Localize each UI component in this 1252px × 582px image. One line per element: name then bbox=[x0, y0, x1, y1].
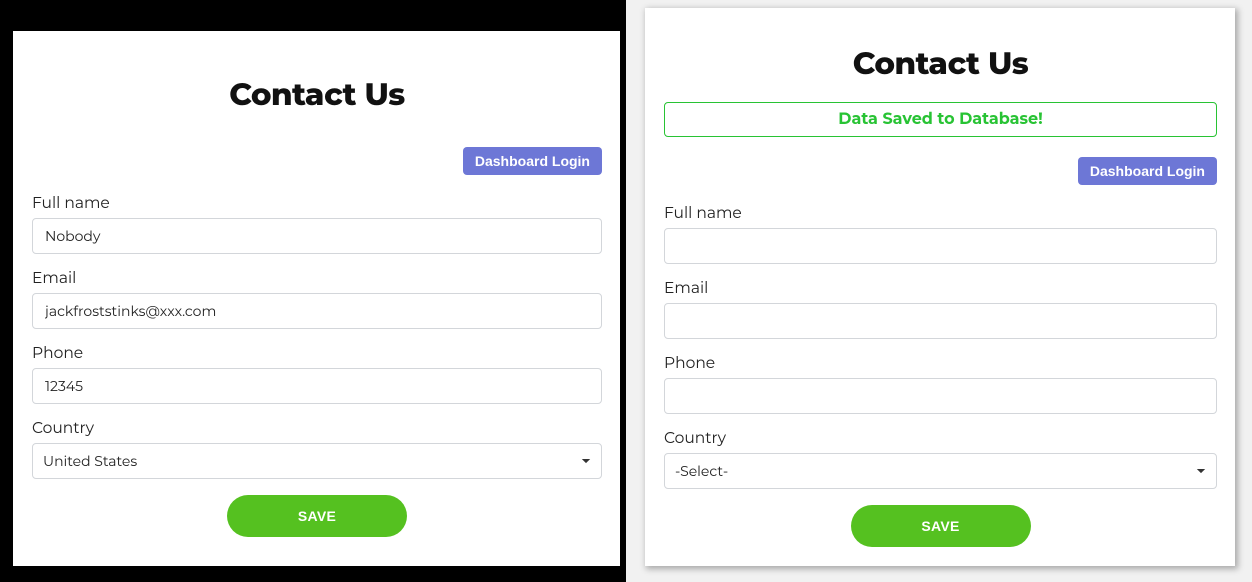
phone-label: Phone bbox=[664, 353, 1217, 372]
success-alert: Data Saved to Database! bbox=[664, 102, 1217, 137]
login-row: Dashboard Login bbox=[664, 157, 1217, 185]
save-row: SAVE bbox=[32, 495, 602, 537]
fullname-input[interactable] bbox=[32, 218, 602, 254]
phone-label: Phone bbox=[32, 343, 602, 362]
dashboard-login-button[interactable]: Dashboard Login bbox=[1078, 157, 1217, 185]
email-group: Email bbox=[32, 268, 602, 329]
phone-input[interactable] bbox=[32, 368, 602, 404]
login-row: Dashboard Login bbox=[32, 147, 602, 175]
email-input[interactable] bbox=[664, 303, 1217, 339]
country-select[interactable]: United States bbox=[32, 443, 602, 479]
email-label: Email bbox=[32, 268, 602, 287]
country-label: Country bbox=[32, 418, 602, 437]
phone-group: Phone bbox=[664, 353, 1217, 414]
page-title: Contact Us bbox=[32, 75, 602, 113]
contact-form-panel-saved: Contact Us Data Saved to Database! Dashb… bbox=[645, 8, 1235, 566]
save-button[interactable]: SAVE bbox=[851, 505, 1031, 547]
phone-group: Phone bbox=[32, 343, 602, 404]
fullname-label: Full name bbox=[664, 203, 1217, 222]
fullname-label: Full name bbox=[32, 193, 602, 212]
country-group: Country United States bbox=[32, 418, 602, 479]
email-label: Email bbox=[664, 278, 1217, 297]
country-group: Country -Select- bbox=[664, 428, 1217, 489]
contact-form-panel-filled: Contact Us Dashboard Login Full name Ema… bbox=[13, 31, 620, 566]
email-input[interactable] bbox=[32, 293, 602, 329]
country-select[interactable]: -Select- bbox=[664, 453, 1217, 489]
fullname-group: Full name bbox=[32, 193, 602, 254]
save-button[interactable]: SAVE bbox=[227, 495, 407, 537]
fullname-input[interactable] bbox=[664, 228, 1217, 264]
email-group: Email bbox=[664, 278, 1217, 339]
country-label: Country bbox=[664, 428, 1217, 447]
page-title: Contact Us bbox=[664, 44, 1217, 82]
phone-input[interactable] bbox=[664, 378, 1217, 414]
save-row: SAVE bbox=[664, 505, 1217, 547]
dashboard-login-button[interactable]: Dashboard Login bbox=[463, 147, 602, 175]
fullname-group: Full name bbox=[664, 203, 1217, 264]
